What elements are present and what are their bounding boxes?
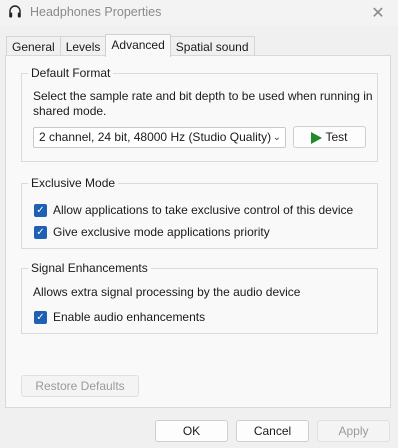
apply-button[interactable]: Apply [317, 420, 390, 442]
enable-enhancements-checkbox[interactable]: ✓ [34, 310, 47, 324]
play-icon [311, 131, 323, 144]
signal-enhancements-label: Signal Enhancements [28, 261, 151, 275]
restore-defaults-button[interactable]: Restore Defaults [21, 375, 139, 397]
format-select[interactable]: 2 channel, 24 bit, 48000 Hz (Studio Qual… [33, 127, 286, 148]
priority-checkbox[interactable]: ✓ [34, 225, 47, 239]
allow-exclusive-label: Allow applications to take exclusive con… [53, 203, 354, 217]
ok-button[interactable]: OK [155, 420, 228, 442]
allow-exclusive-row[interactable]: ✓ Allow applications to take exclusive c… [34, 203, 353, 217]
window-title: Headphones Properties [30, 5, 162, 19]
allow-exclusive-checkbox[interactable]: ✓ [34, 203, 47, 217]
default-format-group: Default Format Select the sample rate an… [21, 66, 378, 162]
default-format-label: Default Format [28, 66, 114, 80]
enable-enhancements-label: Enable audio enhancements [53, 310, 206, 324]
signal-enhancements-group: Signal Enhancements Allows extra signal … [21, 261, 378, 334]
priority-label: Give exclusive mode applications priorit… [53, 225, 270, 239]
dialog-footer: OK Cancel Apply [0, 408, 398, 448]
tab-panel: Default Format Select the sample rate an… [5, 55, 391, 408]
default-format-description: Select the sample rate and bit depth to … [33, 89, 373, 118]
signal-enhancements-description: Allows extra signal processing by the au… [33, 285, 301, 299]
title-bar: Headphones Properties ✕ [0, 0, 398, 26]
close-icon: ✕ [371, 5, 385, 22]
test-label: Test [325, 130, 348, 144]
headphones-icon [9, 5, 21, 18]
priority-row[interactable]: ✓ Give exclusive mode applications prior… [34, 225, 270, 239]
exclusive-mode-label: Exclusive Mode [28, 176, 119, 190]
format-select-value: 2 channel, 24 bit, 48000 Hz (Studio Qual… [39, 130, 272, 144]
chevron-down-icon: ⌄ [272, 132, 281, 143]
cancel-button[interactable]: Cancel [236, 420, 309, 442]
test-button[interactable]: Test [293, 126, 366, 148]
tab-levels[interactable]: Levels [59, 36, 107, 57]
tab-general[interactable]: General [6, 36, 61, 57]
tab-spatial-sound[interactable]: Spatial sound [169, 36, 255, 57]
tab-strip: General Levels Advanced Spatial sound [6, 34, 255, 57]
enable-enhancements-row[interactable]: ✓ Enable audio enhancements [34, 310, 205, 324]
close-button[interactable]: ✕ [358, 0, 398, 26]
tab-advanced[interactable]: Advanced [105, 34, 171, 57]
exclusive-mode-group: Exclusive Mode ✓ Allow applications to t… [21, 176, 378, 249]
